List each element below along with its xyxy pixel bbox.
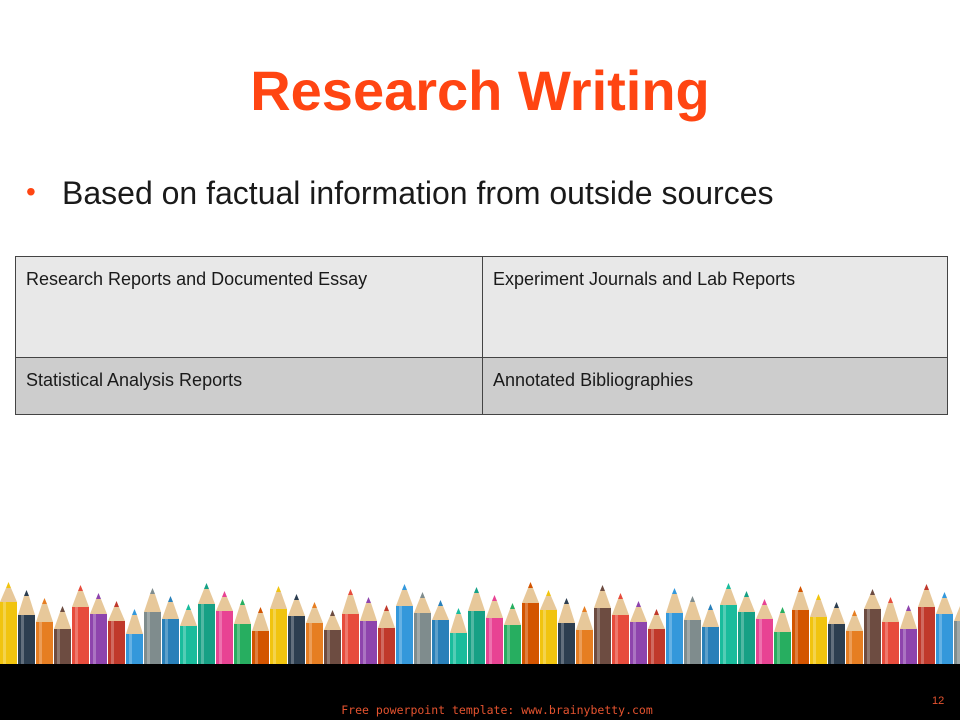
pencil-icon xyxy=(180,604,197,666)
pencil-icon xyxy=(936,592,953,666)
pencil-icon xyxy=(720,583,737,666)
pencil-icon xyxy=(432,600,449,666)
pencil-icon xyxy=(702,604,719,666)
pencil-icon xyxy=(756,599,773,666)
slide-title: Research Writing xyxy=(250,59,710,122)
pencil-icon xyxy=(396,584,413,666)
pencil-icon xyxy=(504,603,521,666)
pencil-icon xyxy=(630,601,647,666)
table-cell: Research Reports and Documented Essay xyxy=(15,256,483,358)
pencil-icon xyxy=(306,602,323,666)
pencil-icon xyxy=(414,592,431,666)
bullet-text: Based on factual information from outsid… xyxy=(62,175,774,211)
pencil-icon xyxy=(882,597,899,666)
pencil-icon xyxy=(360,597,377,666)
pencil-icon xyxy=(288,594,305,666)
pencil-icon xyxy=(252,607,269,666)
pencil-icon xyxy=(0,582,17,666)
table-row: Research Reports and Documented Essay Ex… xyxy=(15,256,948,358)
pencil-icon xyxy=(450,608,467,666)
pencil-icon xyxy=(846,610,863,666)
pencil-icon xyxy=(540,590,557,666)
pencil-icon xyxy=(324,610,341,666)
pencil-icon xyxy=(594,585,611,666)
pencil-icon xyxy=(738,591,755,666)
pencil-icon xyxy=(810,594,827,666)
pencil-icon xyxy=(558,598,575,666)
pencil-icon xyxy=(234,599,251,666)
pencil-icon xyxy=(486,595,503,666)
pencil-icon xyxy=(774,607,791,666)
pencil-icon xyxy=(342,589,359,666)
pencil-icon xyxy=(18,590,35,666)
pencil-icon xyxy=(36,598,53,666)
pencils-decoration xyxy=(0,582,960,666)
pencil-icon xyxy=(270,586,287,666)
pencil-icon xyxy=(54,606,71,666)
writing-types-table: Research Reports and Documented Essay Ex… xyxy=(15,256,948,415)
pencil-icon xyxy=(954,606,960,666)
table-cell: Annotated Bibliographies xyxy=(482,357,948,415)
pencil-icon xyxy=(126,609,143,666)
pencil-icon xyxy=(648,609,665,666)
pencil-icon xyxy=(162,596,179,666)
pencil-icon xyxy=(666,588,683,666)
table-cell: Experiment Journals and Lab Reports xyxy=(482,256,948,358)
pencil-icon xyxy=(918,584,935,666)
footer-credit: Free powerpoint template: www.brainybett… xyxy=(341,703,653,717)
pencil-icon xyxy=(522,582,539,666)
pencil-icon xyxy=(612,593,629,666)
bullet-dot-icon: • xyxy=(26,176,36,207)
table-cell: Statistical Analysis Reports xyxy=(15,357,483,415)
pencil-icon xyxy=(144,588,161,666)
pencil-icon xyxy=(468,587,485,666)
table-row: Statistical Analysis Reports Annotated B… xyxy=(15,357,948,415)
pencil-icon xyxy=(900,605,917,666)
pencil-icon xyxy=(378,605,395,666)
pencil-icon xyxy=(72,585,89,666)
pencil-icon xyxy=(198,583,215,666)
pencil-icon xyxy=(864,589,881,666)
pencil-icon xyxy=(108,601,125,666)
pencil-icon xyxy=(792,586,809,666)
pencil-icon xyxy=(576,606,593,666)
pencil-icon xyxy=(90,593,107,666)
pencil-icon xyxy=(684,596,701,666)
pencil-icon xyxy=(828,602,845,666)
pencil-icon xyxy=(216,591,233,666)
slide: Research Writing • Based on factual infor… xyxy=(0,0,960,720)
page-number: 12 xyxy=(932,695,945,707)
bullet-item: • Based on factual information from outsi… xyxy=(26,175,773,212)
